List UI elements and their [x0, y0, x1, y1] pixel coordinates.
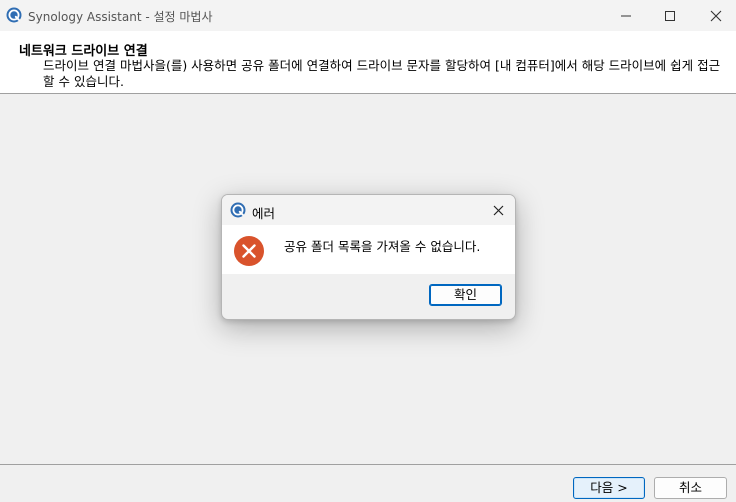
- synology-assistant-icon: [230, 202, 246, 218]
- error-message: 공유 폴더 목록을 가져올 수 없습니다.: [284, 239, 481, 254]
- ok-button[interactable]: 확인: [429, 284, 502, 306]
- error-icon: [234, 236, 264, 266]
- footer-divider: [0, 464, 736, 465]
- next-button[interactable]: 다음 >: [573, 477, 645, 499]
- setup-wizard-window: Synology Assistant - 설정 마법사 네트워크 드라이브 연결…: [0, 0, 736, 502]
- page-description: 드라이브 연결 마법사을(를) 사용하면 공유 폴더에 연결하여 드라이브 문자…: [43, 58, 721, 89]
- close-button[interactable]: [693, 0, 736, 31]
- minimize-button[interactable]: [603, 0, 649, 31]
- window-titlebar[interactable]: Synology Assistant - 설정 마법사: [0, 0, 736, 31]
- cancel-button[interactable]: 취소: [654, 477, 727, 499]
- maximize-button[interactable]: [647, 0, 693, 31]
- close-icon: [710, 10, 722, 21]
- window-title: Synology Assistant - 설정 마법사: [28, 10, 213, 24]
- wizard-header: 네트워크 드라이브 연결 드라이브 연결 마법사을(를) 사용하면 공유 폴더에…: [0, 31, 736, 94]
- page-title: 네트워크 드라이브 연결: [19, 44, 148, 59]
- synology-assistant-icon: [6, 7, 22, 23]
- dialog-title: 에러: [252, 206, 276, 221]
- dialog-body: 공유 폴더 목록을 가져올 수 없습니다.: [222, 225, 515, 274]
- dialog-titlebar[interactable]: 에러: [222, 195, 515, 225]
- maximize-icon: [665, 10, 675, 21]
- close-icon: [493, 205, 503, 215]
- dialog-close-button[interactable]: [484, 197, 512, 223]
- minimize-icon: [621, 15, 631, 16]
- error-dialog: 에러 공유 폴더 목록을 가져올 수 없습니다. 확인: [221, 194, 516, 320]
